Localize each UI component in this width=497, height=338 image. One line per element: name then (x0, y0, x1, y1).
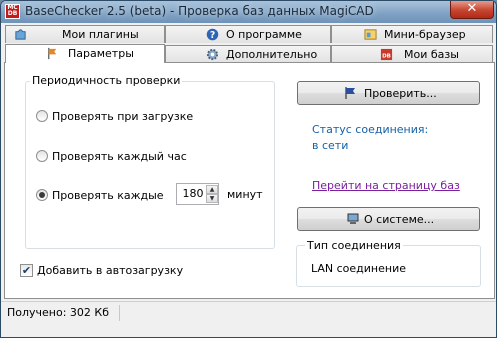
computer-icon (347, 213, 359, 224)
check-button[interactable]: Проверить... (297, 81, 480, 105)
tab-label: Мои базы (404, 48, 459, 61)
flag-icon (345, 87, 355, 99)
radio-check-on-load[interactable] (36, 110, 48, 122)
tab-my-plugins[interactable]: Мои плагины (5, 25, 165, 43)
tab-label: Мини-браузер (384, 28, 466, 41)
flag-icon (48, 47, 57, 60)
interval-stepper[interactable]: 180 ▲ ▼ (176, 183, 219, 205)
gear-icon (206, 48, 219, 61)
connection-type-value: LAN соединение (311, 262, 406, 275)
tab-mini-browser[interactable]: Мини-браузер (331, 25, 493, 43)
check-frequency-group: Периодичность проверки (25, 74, 275, 249)
tab-label: Мои плагины (62, 28, 139, 41)
connection-type-group: Тип соединения LAN соединение (296, 239, 481, 287)
close-button[interactable]: ✕ (450, 1, 494, 19)
svg-text:DB: DB (382, 53, 391, 59)
browser-icon (364, 29, 377, 40)
tab-label: Параметры (68, 47, 134, 60)
app-window: MC DB BaseChecker 2.5 (beta) - Проверка б… (0, 0, 497, 338)
window-title: BaseChecker 2.5 (beta) - Проверка баз да… (25, 4, 374, 18)
radio-label: Проверять каждый час (52, 150, 187, 163)
status-separator (119, 305, 120, 321)
tab-parameters[interactable]: Параметры (5, 44, 165, 63)
about-system-label: О системе... (364, 213, 435, 226)
group-title: Периодичность проверки (30, 74, 183, 87)
status-bar: Получено: 302 Кб (1, 301, 496, 337)
group-title: Тип соединения (305, 239, 403, 252)
puzzle-icon (15, 29, 26, 40)
bases-page-link[interactable]: Перейти на страницу баз (312, 179, 460, 192)
tab-additional[interactable]: Дополнительно (165, 45, 331, 62)
tab-about[interactable]: ? О программе (165, 25, 331, 43)
tab-my-bases[interactable]: DB Мои базы (331, 45, 493, 62)
tab-label: О программе (226, 28, 302, 41)
app-logo-icon: MC DB (5, 4, 20, 19)
connection-status-label: Статус соединения: (312, 123, 429, 136)
help-icon: ? (206, 28, 219, 41)
autostart-label: Добавить в автозагрузку (37, 264, 184, 277)
check-button-label: Проверить... (364, 87, 437, 100)
interval-unit: минут (227, 188, 263, 201)
status-text: Получено: 302 Кб (7, 306, 110, 319)
title-bar[interactable]: MC DB BaseChecker 2.5 (beta) - Проверка б… (1, 1, 496, 23)
stepper-down-icon[interactable]: ▼ (206, 194, 218, 203)
svg-text:?: ? (210, 30, 215, 41)
interval-value[interactable]: 180 (181, 187, 205, 200)
stepper-up-icon[interactable]: ▲ (206, 185, 218, 194)
radio-check-every[interactable] (36, 189, 48, 201)
database-icon: DB (380, 48, 393, 61)
radio-label: Проверять каждые (52, 189, 164, 202)
connection-status-value: в сети (312, 139, 349, 152)
radio-label: Проверять при загрузке (52, 110, 194, 123)
radio-check-hourly[interactable] (36, 150, 48, 162)
autostart-checkbox[interactable]: ✔ (20, 264, 33, 277)
about-system-button[interactable]: О системе... (297, 207, 480, 231)
tab-label: Дополнительно (226, 48, 318, 61)
